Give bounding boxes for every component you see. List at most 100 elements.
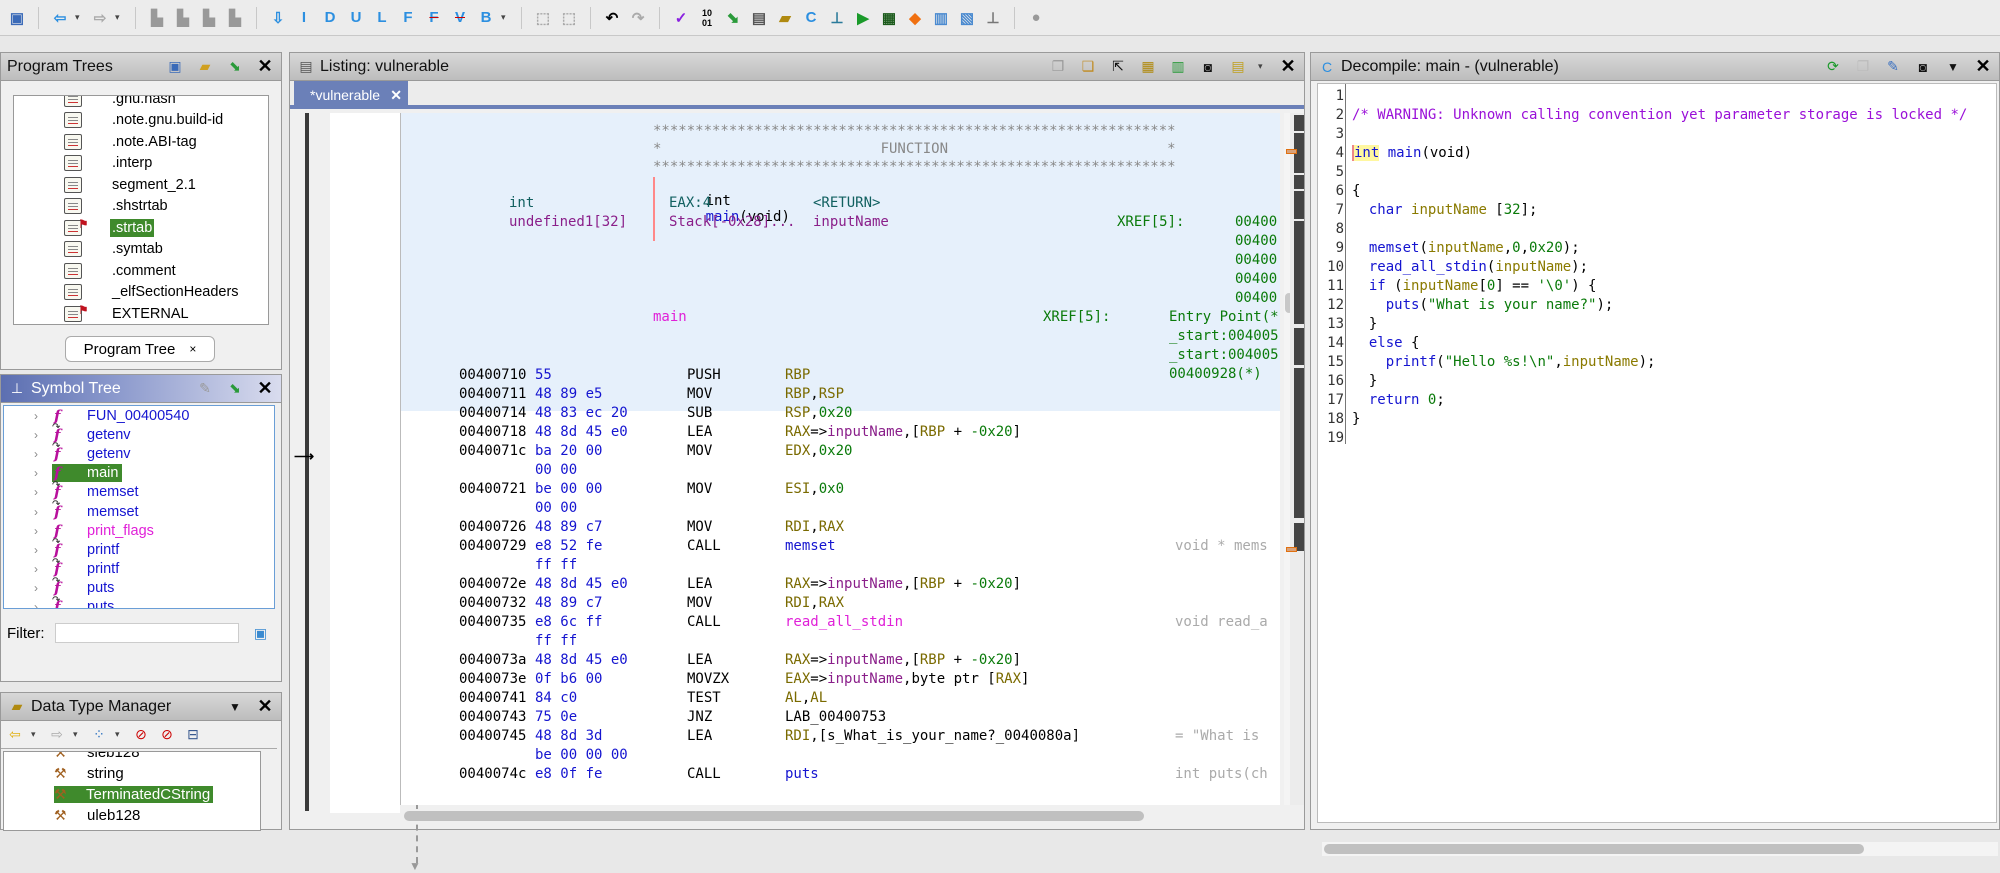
close-icon[interactable]: ✕	[1278, 56, 1298, 77]
instruction-address[interactable]: 00400714	[459, 405, 526, 421]
cursor-mode-icon[interactable]: ⇱	[1108, 57, 1128, 77]
export-icon[interactable]: ⬊	[722, 7, 744, 29]
prev-instruction-icon[interactable]: ▙	[198, 7, 220, 29]
code-line[interactable]: if (inputName[0] == '\0') {	[1352, 278, 1597, 294]
tree-node[interactable]: ⚑ .strtab	[14, 217, 268, 239]
instruction-operands[interactable]: AL,AL	[785, 690, 827, 706]
redo-label-icon[interactable]: ⬚	[558, 7, 580, 29]
forward-icon[interactable]: ⇨	[47, 725, 67, 745]
expand-chevron-icon[interactable]: ›	[34, 524, 38, 538]
instruction-operands[interactable]: read_all_stdin	[785, 614, 903, 630]
expand-chevron-icon[interactable]: ›	[34, 543, 38, 557]
function-label[interactable]: main	[653, 309, 687, 325]
close-icon[interactable]: ✕	[255, 696, 275, 717]
archive-dropdown[interactable]: ▾	[115, 729, 125, 740]
instruction-address[interactable]: 0040072e	[459, 576, 526, 592]
filter-input[interactable]	[54, 623, 239, 643]
scrollbar-thumb[interactable]	[404, 811, 1144, 821]
tree-node[interactable]: .symtab	[14, 239, 268, 261]
bytes-icon[interactable]: 10 01	[696, 7, 718, 29]
instruction-operands[interactable]: RAX=>inputName,[RBP + -0x20]	[785, 652, 1021, 668]
refresh-icon[interactable]: ⟳	[1823, 57, 1843, 77]
instruction-operands[interactable]: ESI,0x0	[785, 481, 844, 497]
instruction-mnemonic[interactable]: MOV	[687, 386, 712, 402]
redo-icon[interactable]: ↷	[627, 7, 649, 29]
xref-entry[interactable]: Entry Point(*)	[1169, 309, 1280, 325]
instruction-mnemonic[interactable]: PUSH	[687, 367, 721, 383]
instruction-mnemonic[interactable]: LEA	[687, 576, 712, 592]
next-function-F-icon[interactable]: F	[397, 7, 419, 29]
code-line[interactable]: else {	[1352, 335, 1420, 351]
back-dropdown[interactable]: ▾	[75, 12, 85, 23]
next-instruction-icon[interactable]: ▙	[224, 7, 246, 29]
instruction-operands[interactable]: EDX,0x20	[785, 443, 852, 459]
layout-icon[interactable]: ▤	[1228, 57, 1248, 77]
back-dropdown[interactable]: ▾	[31, 729, 41, 740]
new-tree-icon[interactable]: ▣	[165, 57, 185, 77]
expand-chevron-icon[interactable]: ›	[34, 485, 38, 499]
instruction-mnemonic[interactable]: CALL	[687, 766, 721, 782]
instruction-operands[interactable]: RDI,[s_What_is_your_name?_0040080a]	[785, 728, 1080, 744]
close-icon[interactable]: ✕	[255, 56, 275, 77]
value-mismatch-V-icon[interactable]: V	[449, 7, 471, 29]
bookmark-B-icon[interactable]: B	[475, 7, 497, 29]
code-line[interactable]: puts("What is your name?");	[1352, 297, 1614, 313]
instruction-address[interactable]: 00400735	[459, 614, 526, 630]
forward-dropdown[interactable]: ▾	[73, 729, 83, 740]
listing-icon[interactable]: ▤	[748, 7, 770, 29]
instruction-address[interactable]: 0040073e	[459, 671, 526, 687]
tree-node[interactable]: .note.ABI-tag	[14, 131, 268, 153]
symbol-tree-node[interactable]: › ↷ f getenv	[4, 441, 274, 463]
copy-icon[interactable]: ❐	[1048, 57, 1068, 77]
instruction-address[interactable]: 00400741	[459, 690, 526, 706]
tab-close-icon[interactable]: ✕	[390, 87, 402, 104]
xref-address[interactable]: 00400	[1235, 214, 1277, 230]
instruction-mnemonic[interactable]: CALL	[687, 538, 721, 554]
code-line[interactable]: return 0;	[1352, 392, 1445, 408]
filter-pointers-icon[interactable]: ⊘	[157, 725, 177, 745]
instruction-mnemonic[interactable]: TEST	[687, 690, 721, 706]
code-line[interactable]: int main(void)	[1352, 145, 1472, 161]
diamond-icon[interactable]: ◆	[904, 7, 926, 29]
expand-chevron-icon[interactable]: ›	[34, 428, 38, 442]
close-icon[interactable]: ✕	[255, 378, 275, 399]
code-line[interactable]: }	[1352, 316, 1377, 332]
save-icon[interactable]: ▣	[6, 7, 28, 29]
code-line[interactable]: memset(inputName,0,0x20);	[1352, 240, 1580, 256]
expand-chevron-icon[interactable]: ›	[34, 600, 38, 608]
edit-symbol-icon[interactable]: ✎	[195, 379, 215, 399]
symbol-tree-node[interactable]: › ↷ f printf	[4, 537, 274, 559]
instruction-address[interactable]: 00400718	[459, 424, 526, 440]
instruction-operands[interactable]: RBP	[785, 367, 810, 383]
listing-horizontal-scrollbar[interactable]	[400, 809, 1280, 823]
instruction-operands[interactable]: RAX=>inputName,[RBP + -0x20]	[785, 424, 1021, 440]
code-line[interactable]: char inputName [32];	[1352, 202, 1538, 218]
filter-options-icon[interactable]: ▣	[251, 623, 271, 643]
down-arrow-icon[interactable]: ⇩	[267, 7, 289, 29]
open-folder-icon[interactable]: ▰	[195, 57, 215, 77]
tree-node[interactable]: ⚑ EXTERNAL	[14, 303, 268, 324]
instruction-mnemonic[interactable]: LEA	[687, 424, 712, 440]
instruction-operands[interactable]: RBP,RSP	[785, 386, 844, 402]
symbol-tree-node[interactable]: › ↷ f memset	[4, 480, 274, 502]
instruction-operands[interactable]: RAX=>inputName,[RBP + -0x20]	[785, 576, 1021, 592]
tab-program-tree[interactable]: Program Tree ×	[65, 336, 215, 362]
instruction-mnemonic[interactable]: MOV	[687, 519, 712, 535]
expand-chevron-icon[interactable]: ›	[34, 562, 38, 576]
symbol-tree-node[interactable]: › ↷ f memset	[4, 499, 274, 521]
instruction-operands[interactable]: RSP,0x20	[785, 405, 852, 421]
tree-node[interactable]: .shstrtab	[14, 196, 268, 218]
instruction-mnemonic[interactable]: MOVZX	[687, 671, 729, 687]
table-icon[interactable]: ▥	[930, 7, 952, 29]
scrollbar-thumb[interactable]	[1324, 844, 1864, 854]
menu-dropdown-icon[interactable]: ▼	[1943, 57, 1963, 77]
prev-data-icon[interactable]: ▙	[146, 7, 168, 29]
overview-marker[interactable]	[1286, 149, 1297, 154]
instruction-address[interactable]: 00400726	[459, 519, 526, 535]
instruction-mnemonic[interactable]: CALL	[687, 614, 721, 630]
back-icon[interactable]: ⇦	[49, 7, 71, 29]
edit-fields-icon[interactable]: ▦	[1138, 57, 1158, 77]
instruction-mnemonic[interactable]: MOV	[687, 595, 712, 611]
collapse-all-icon[interactable]: ⊟	[183, 725, 203, 745]
instruction-address[interactable]: 00400745	[459, 728, 526, 744]
